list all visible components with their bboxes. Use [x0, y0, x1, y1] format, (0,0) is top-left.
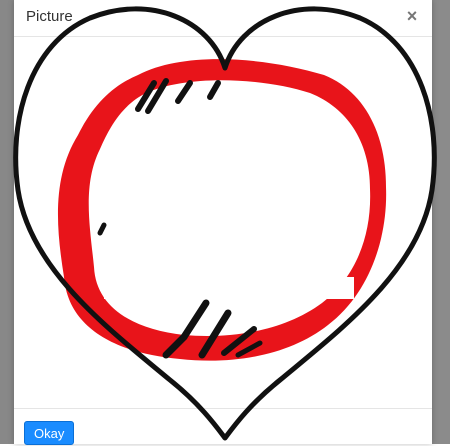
picture-dialog: Picture × Okay: [14, 0, 432, 445]
dialog-body: [14, 37, 432, 407]
ring-gap: [104, 277, 354, 299]
backdrop-left-edge: [0, 0, 14, 444]
close-icon[interactable]: ×: [402, 6, 422, 26]
dialog-title: Picture: [26, 8, 73, 25]
dialog-header: Picture ×: [14, 0, 432, 37]
drawing-canvas: [14, 37, 432, 407]
backdrop-right-edge: [432, 0, 450, 444]
okay-button[interactable]: Okay: [24, 421, 75, 445]
dialog-footer: Okay: [14, 408, 432, 445]
